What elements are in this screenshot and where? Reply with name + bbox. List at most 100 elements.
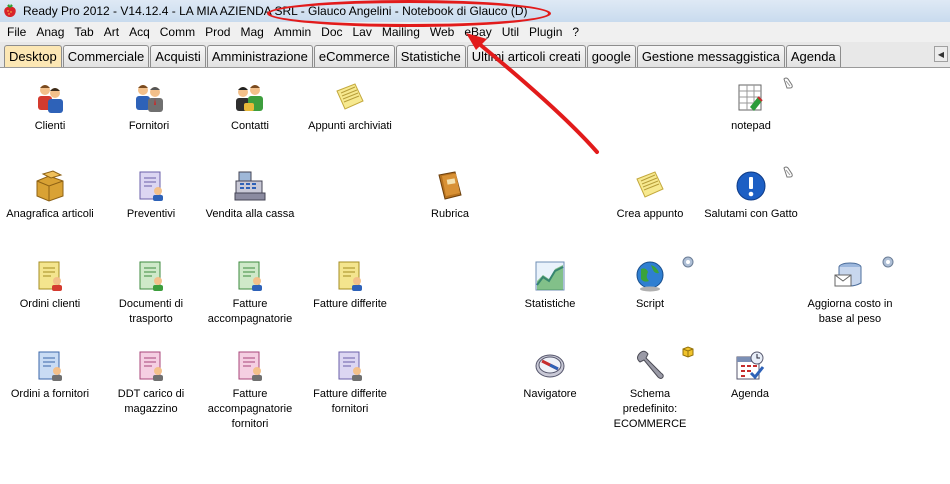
- warehouse-ddt-icon: [139, 351, 163, 381]
- desktop-icon-rubrica[interactable]: Rubrica: [402, 169, 498, 222]
- appunti-archiviati-label: Appunti archiviati: [308, 120, 392, 132]
- tab-google[interactable]: google: [586, 45, 636, 67]
- yellow-cube-icon: [682, 346, 694, 358]
- menu-help[interactable]: ?: [567, 25, 584, 39]
- desktop-icon-crea-appunto[interactable]: Crea appunto: [602, 169, 698, 222]
- invoice-document-icon: [238, 261, 262, 291]
- aggiorna-costo-label: Aggiorna costo in base al peso: [807, 298, 893, 325]
- tab-agenda[interactable]: Agenda: [785, 45, 841, 67]
- desktop-icon-fatture-diff-fornitori[interactable]: Fatture differite fornitori: [302, 349, 398, 417]
- calendar-clock-icon: [736, 351, 765, 380]
- gear-icon: [682, 256, 694, 268]
- supplier-orders-icon: [38, 351, 62, 381]
- compass-icon: [535, 354, 565, 378]
- notepad-icon: [738, 84, 763, 111]
- menu-lav[interactable]: Lav: [348, 25, 377, 39]
- window-title: Ready Pro 2012 - V14.12.4 - LA MIA AZIEN…: [23, 4, 528, 18]
- ordini-fornitori-label: Ordini a fornitori: [10, 388, 90, 400]
- menu-ammin[interactable]: Ammin: [269, 25, 316, 39]
- tab-amministrazione[interactable]: Amministrazione: [206, 45, 313, 67]
- sticky-notes-icon: [336, 83, 364, 110]
- notepad-label: notepad: [731, 120, 771, 132]
- menu-plugin[interactable]: Plugin: [524, 25, 567, 39]
- wrench-icon: [637, 350, 664, 379]
- desktop-icon-preventivi[interactable]: Preventivi: [103, 169, 199, 222]
- tab-ecommerce[interactable]: eCommerce: [313, 45, 395, 67]
- tab-statistiche[interactable]: Statistiche: [395, 45, 466, 67]
- ddt-carico-label: DDT carico di magazzino: [117, 388, 185, 415]
- fatture-differite-label: Fatture differite: [313, 298, 387, 310]
- clienti-label: Clienti: [34, 120, 66, 132]
- menu-util[interactable]: Util: [497, 25, 524, 39]
- menu-ebay[interactable]: eBay: [459, 25, 496, 39]
- tab-acquisti[interactable]: Acquisti: [150, 45, 206, 67]
- menu-file[interactable]: File: [2, 25, 31, 39]
- menu-tab[interactable]: Tab: [69, 25, 98, 39]
- customer-orders-icon: [38, 261, 62, 291]
- address-book-icon: [438, 171, 462, 200]
- gear-icon: [882, 256, 894, 268]
- quote-document-icon: [139, 171, 163, 201]
- schema-predefinito-label: Schema predefinito: ECOMMERCE: [613, 388, 687, 430]
- desktop-icon-aggiorna-costo[interactable]: Aggiorna costo in base al peso: [802, 259, 898, 327]
- menu-comm[interactable]: Comm: [155, 25, 200, 39]
- desktop-icon-appunti-archiviati[interactable]: Appunti archiviati: [302, 81, 398, 134]
- note-icon: [636, 171, 664, 198]
- script-label: Script: [635, 298, 665, 310]
- title-bar: Ready Pro 2012 - V14.12.4 - LA MIA AZIEN…: [0, 0, 950, 22]
- menu-prod[interactable]: Prod: [200, 25, 235, 39]
- menu-mailing[interactable]: Mailing: [377, 25, 425, 39]
- info-exclamation-icon: [736, 171, 766, 201]
- fatture-accompagnatorie-label: Fatture accompagnatorie: [207, 298, 293, 325]
- fornitori-label: Fornitori: [128, 120, 170, 132]
- desktop-icon-navigatore[interactable]: Navigatore: [502, 349, 598, 402]
- tab-desktop[interactable]: Desktop: [4, 45, 62, 67]
- desktop-icon-anagrafica-articoli[interactable]: Anagrafica articoli: [2, 169, 98, 222]
- strawberry-app-icon: [4, 4, 16, 17]
- desktop-icon-schema-predefinito[interactable]: Schema predefinito: ECOMMERCE: [602, 349, 698, 432]
- desktop-icon-fatture-accompagnatorie[interactable]: Fatture accompagnatorie: [202, 259, 298, 327]
- menu-web[interactable]: Web: [425, 25, 459, 39]
- navigatore-label: Navigatore: [523, 388, 577, 400]
- documenti-trasporto-label: Documenti di trasporto: [118, 298, 184, 325]
- desktop-icon-agenda[interactable]: Agenda: [702, 349, 798, 402]
- contacts-icon: [236, 85, 263, 111]
- tab-ultimi-articoli[interactable]: Ultimi articoli creati: [466, 45, 586, 67]
- desktop-icon-fornitori[interactable]: Fornitori: [101, 81, 197, 134]
- desktop-icon-statistiche[interactable]: Statistiche: [502, 259, 598, 312]
- desktop-area: Clienti Fornitori Contatti Appunti archi…: [0, 69, 950, 484]
- desktop-icon-clienti[interactable]: Clienti: [2, 81, 98, 134]
- menu-anag[interactable]: Anag: [31, 25, 69, 39]
- desktop-icon-documenti-trasporto[interactable]: Documenti di trasporto: [103, 259, 199, 327]
- customers-icon: [38, 85, 63, 113]
- cash-register-icon: [234, 171, 266, 201]
- menu-acq[interactable]: Acq: [124, 25, 155, 39]
- ordini-clienti-label: Ordini clienti: [19, 298, 81, 310]
- statistiche-label: Statistiche: [524, 298, 576, 310]
- salutami-label: Salutami con Gatto: [704, 208, 798, 220]
- menu-art[interactable]: Art: [99, 25, 124, 39]
- transport-document-icon: [139, 261, 163, 291]
- rubrica-label: Rubrica: [431, 208, 469, 220]
- tab-commerciale[interactable]: Commerciale: [62, 45, 150, 67]
- suppliers-icon: [136, 85, 163, 112]
- vendita-cassa-label: Vendita alla cassa: [205, 208, 295, 220]
- desktop-icon-fatture-differite[interactable]: Fatture differite: [302, 259, 398, 312]
- crea-appunto-label: Crea appunto: [616, 208, 684, 220]
- menu-mag[interactable]: Mag: [235, 25, 268, 39]
- desktop-icon-contatti[interactable]: Contatti: [202, 81, 298, 134]
- desktop-icon-vendita-cassa[interactable]: Vendita alla cassa: [202, 169, 298, 222]
- menu-doc[interactable]: Doc: [316, 25, 347, 39]
- fatture-acc-fornitori-label: Fatture accompagnatorie fornitori: [207, 388, 293, 430]
- tab-scroll-left-button[interactable]: ◀: [934, 46, 948, 62]
- contatti-label: Contatti: [231, 120, 269, 132]
- script-scroll-icon: [783, 166, 793, 178]
- desktop-icon-ddt-carico[interactable]: DDT carico di magazzino: [103, 349, 199, 417]
- desktop-icon-ordini-fornitori[interactable]: Ordini a fornitori: [2, 349, 98, 402]
- agenda-label: Agenda: [731, 388, 769, 400]
- desktop-icon-fatture-acc-fornitori[interactable]: Fatture accompagnatorie fornitori: [202, 349, 298, 432]
- database-envelope-icon: [834, 262, 862, 287]
- tab-gestione-messaggistica[interactable]: Gestione messaggistica: [636, 45, 785, 67]
- statistics-chart-icon: [535, 261, 565, 291]
- desktop-icon-ordini-clienti[interactable]: Ordini clienti: [2, 259, 98, 312]
